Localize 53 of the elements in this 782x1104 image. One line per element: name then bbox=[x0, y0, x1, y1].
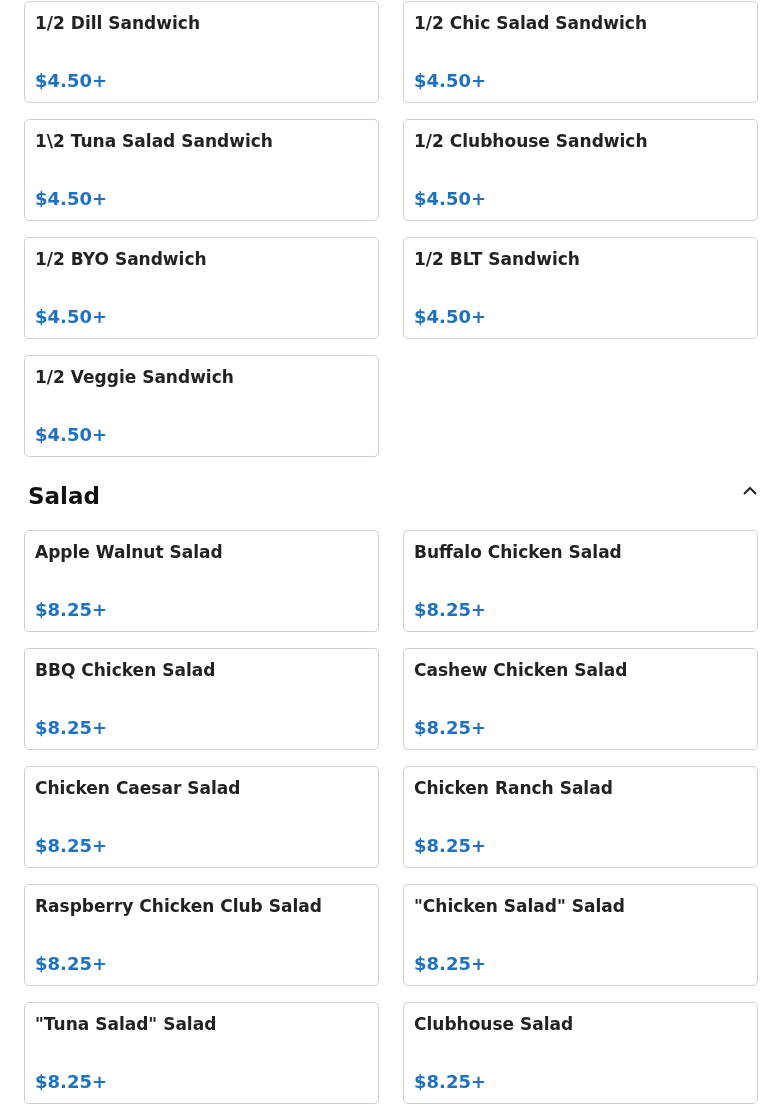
menu-item-card[interactable]: 1/2 BLT Sandwich $4.50+ bbox=[403, 237, 758, 339]
item-price: $8.25+ bbox=[35, 953, 109, 975]
item-price: $8.25+ bbox=[35, 599, 109, 621]
item-name: 1/2 Chic Salad Sandwich bbox=[414, 12, 648, 34]
item-price: $8.25+ bbox=[414, 717, 488, 739]
menu-item-card[interactable]: "Tuna Salad" Salad $8.25+ bbox=[24, 1002, 379, 1104]
item-price: $8.25+ bbox=[35, 717, 109, 739]
item-price: $4.50+ bbox=[414, 306, 488, 328]
item-price: $8.25+ bbox=[35, 1071, 109, 1093]
item-price: $8.25+ bbox=[414, 599, 488, 621]
item-price: $8.25+ bbox=[414, 835, 488, 857]
item-name: 1\2 Tuna Salad Sandwich bbox=[35, 130, 274, 152]
item-name: Raspberry Chicken Club Salad bbox=[35, 895, 323, 917]
menu-item-card[interactable]: Buffalo Chicken Salad $8.25+ bbox=[403, 530, 758, 632]
item-name: BBQ Chicken Salad bbox=[35, 659, 217, 681]
menu-item-card[interactable]: 1/2 BYO Sandwich $4.50+ bbox=[24, 237, 379, 339]
item-price: $4.50+ bbox=[414, 70, 488, 92]
item-price: $4.50+ bbox=[414, 188, 488, 210]
item-price: $8.25+ bbox=[35, 835, 109, 857]
item-name: Chicken Caesar Salad bbox=[35, 777, 242, 799]
item-name: 1/2 Clubhouse Sandwich bbox=[414, 130, 649, 152]
menu-item-card[interactable]: 1/2 Chic Salad Sandwich $4.50+ bbox=[403, 1, 758, 103]
menu-item-card[interactable]: Raspberry Chicken Club Salad $8.25+ bbox=[24, 884, 379, 986]
item-name: 1/2 BYO Sandwich bbox=[35, 248, 208, 270]
item-name: 1/2 Veggie Sandwich bbox=[35, 366, 235, 388]
menu-item-card[interactable]: 1\2 Tuna Salad Sandwich $4.50+ bbox=[24, 119, 379, 221]
menu-item-card[interactable]: 1/2 Dill Sandwich $4.50+ bbox=[24, 1, 379, 103]
menu-item-card[interactable]: Apple Walnut Salad $8.25+ bbox=[24, 530, 379, 632]
menu-item-card[interactable]: "Chicken Salad" Salad $8.25+ bbox=[403, 884, 758, 986]
menu-item-card[interactable]: BBQ Chicken Salad $8.25+ bbox=[24, 648, 379, 750]
item-name: 1/2 Dill Sandwich bbox=[35, 12, 201, 34]
item-name: Chicken Ranch Salad bbox=[414, 777, 614, 799]
menu-item-card[interactable]: Chicken Caesar Salad $8.25+ bbox=[24, 766, 379, 868]
item-name: Cashew Chicken Salad bbox=[414, 659, 629, 681]
menu-item-card[interactable]: 1/2 Clubhouse Sandwich $4.50+ bbox=[403, 119, 758, 221]
menu-item-card[interactable]: Chicken Ranch Salad $8.25+ bbox=[403, 766, 758, 868]
item-price: $8.25+ bbox=[414, 953, 488, 975]
item-price: $4.50+ bbox=[35, 306, 109, 328]
item-price: $4.50+ bbox=[35, 188, 109, 210]
menu-item-card[interactable]: Cashew Chicken Salad $8.25+ bbox=[403, 648, 758, 750]
menu-item-card[interactable]: Clubhouse Salad $8.25+ bbox=[403, 1002, 758, 1104]
section-title: Salad bbox=[28, 483, 100, 509]
item-name: "Chicken Salad" Salad bbox=[414, 895, 626, 917]
item-name: Clubhouse Salad bbox=[414, 1013, 575, 1035]
item-name: Buffalo Chicken Salad bbox=[414, 541, 623, 563]
chevron-up-icon[interactable] bbox=[742, 485, 758, 495]
item-name: "Tuna Salad" Salad bbox=[35, 1013, 218, 1035]
item-price: $4.50+ bbox=[35, 70, 109, 92]
item-price: $4.50+ bbox=[35, 424, 109, 446]
item-name: Apple Walnut Salad bbox=[35, 541, 224, 563]
item-name: 1/2 BLT Sandwich bbox=[414, 248, 581, 270]
item-price: $8.25+ bbox=[414, 1071, 488, 1093]
menu-item-card[interactable]: 1/2 Veggie Sandwich $4.50+ bbox=[24, 355, 379, 457]
